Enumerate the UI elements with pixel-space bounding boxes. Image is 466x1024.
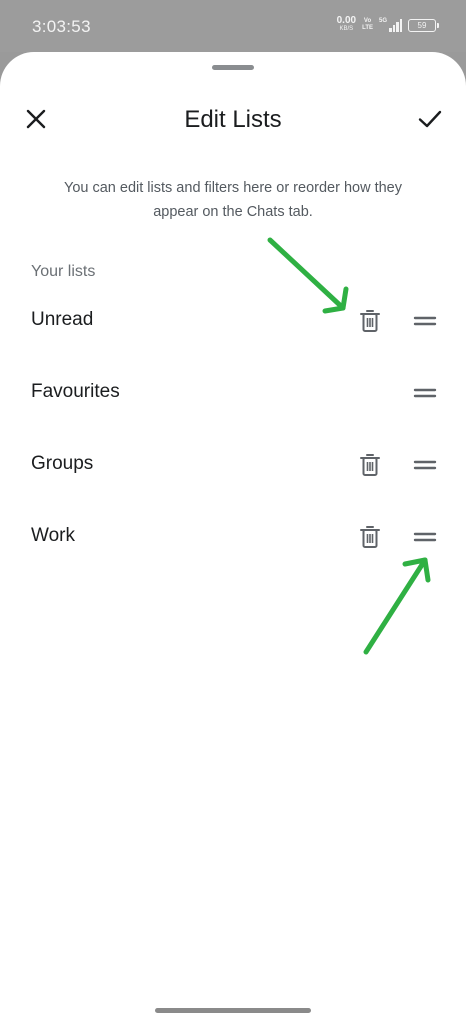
battery-level: 59 xyxy=(417,20,427,30)
volte-bottom: LTE xyxy=(362,25,373,31)
confirm-button[interactable] xyxy=(416,105,444,133)
drag-handle-icon xyxy=(413,460,437,470)
network-speed-value: 0.00 xyxy=(336,15,357,26)
list-item-groups[interactable]: Groups xyxy=(0,437,466,493)
volte-top: Vo xyxy=(363,18,372,24)
list-item-label: Favourites xyxy=(31,381,120,402)
status-time: 3:03:53 xyxy=(32,17,91,36)
trash-icon xyxy=(360,310,380,332)
delete-list-button[interactable] xyxy=(356,451,384,479)
list-item-label: Work xyxy=(31,525,75,546)
network-type: 5G xyxy=(378,18,387,24)
trash-icon xyxy=(360,454,380,476)
battery-icon: 59 xyxy=(408,18,439,32)
sheet-drag-handle[interactable] xyxy=(212,65,254,70)
drag-handle-icon xyxy=(413,316,437,326)
reorder-handle[interactable] xyxy=(412,523,438,551)
drag-handle-icon xyxy=(413,532,437,542)
list-item-work[interactable]: Work xyxy=(0,509,466,565)
reorder-handle[interactable] xyxy=(412,307,438,335)
trash-icon xyxy=(360,526,380,548)
check-icon xyxy=(418,110,442,128)
description-text: You can edit lists and filters here or r… xyxy=(64,180,402,220)
section-label-your-lists: Your lists xyxy=(31,263,96,280)
delete-list-button[interactable] xyxy=(356,523,384,551)
volte-icon: Vo LTE xyxy=(362,18,373,32)
signal-icon: 5G xyxy=(379,18,402,32)
list-item-unread[interactable]: Unread xyxy=(0,293,466,349)
status-bar: 3:03:53 0.00 KB/S Vo LTE 5G 59 xyxy=(0,0,466,52)
delete-list-button[interactable] xyxy=(356,307,384,335)
page-title: Edit Lists xyxy=(184,106,282,133)
status-icons: 0.00 KB/S Vo LTE 5G 59 xyxy=(336,15,439,33)
edit-lists-sheet: Edit Lists You can edit lists and filter… xyxy=(0,52,466,1024)
reorder-handle[interactable] xyxy=(412,379,438,407)
reorder-handle[interactable] xyxy=(412,451,438,479)
drag-handle-icon xyxy=(413,388,437,398)
list-item-label: Unread xyxy=(31,309,94,330)
network-speed-unit: KB/S xyxy=(339,26,354,32)
list-item-favourites[interactable]: Favourites xyxy=(0,365,466,421)
home-indicator xyxy=(155,1008,311,1013)
list-item-label: Groups xyxy=(31,453,94,474)
network-speed: 0.00 KB/S xyxy=(336,15,357,33)
